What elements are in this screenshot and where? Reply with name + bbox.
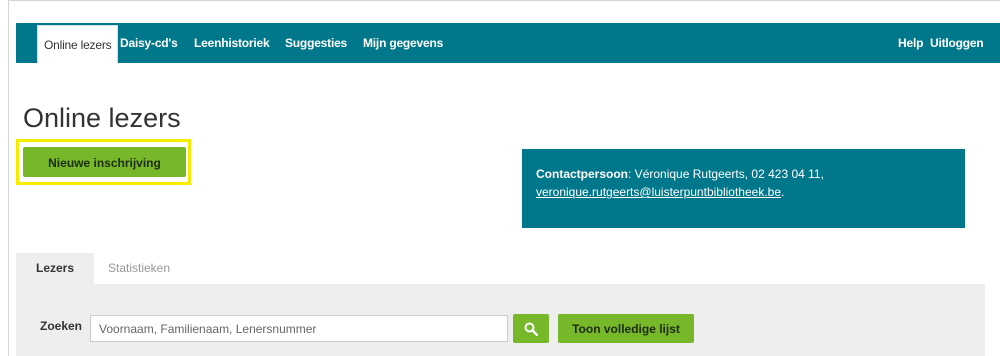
search-label: Zoeken (40, 319, 83, 333)
contact-panel: Contactpersoon: Véronique Rutgeerts, 02 … (522, 149, 965, 228)
page-title: Online lezers (23, 103, 181, 133)
contact-trailing: . (781, 185, 785, 199)
frame-top-border (8, 0, 1000, 1)
nav-leenhistoriek[interactable]: Leenhistoriek (194, 23, 270, 63)
nav-online-lezers[interactable]: Online lezers (37, 25, 119, 64)
search-button[interactable] (513, 314, 549, 343)
nav-daisy-cds[interactable]: Daisy-cd's (120, 23, 178, 63)
search-icon (524, 322, 538, 336)
nav-uitloggen[interactable]: Uitloggen (930, 23, 984, 63)
contact-details: : Véronique Rutgeerts, 02 423 04 11, (628, 167, 824, 181)
contact-label: Contactpersoon (536, 167, 629, 181)
new-registration-button[interactable]: Nieuwe inschrijving (23, 147, 186, 177)
show-full-list-button[interactable]: Toon volledige lijst (558, 314, 694, 343)
contact-email-link[interactable]: veronique.rutgeerts@luisterpuntbibliothe… (536, 185, 781, 199)
tab-lezers[interactable]: Lezers (16, 253, 94, 284)
tab-statistieken[interactable]: Statistieken (108, 253, 170, 284)
nav-suggesties[interactable]: Suggesties (285, 23, 347, 63)
top-nav: Online lezers Daisy-cd's Leenhistoriek S… (16, 23, 1000, 64)
nav-help[interactable]: Help (898, 23, 923, 63)
search-input[interactable] (90, 315, 508, 342)
frame-left-border (8, 0, 9, 356)
nav-mijn-gegevens[interactable]: Mijn gegevens (363, 23, 443, 63)
